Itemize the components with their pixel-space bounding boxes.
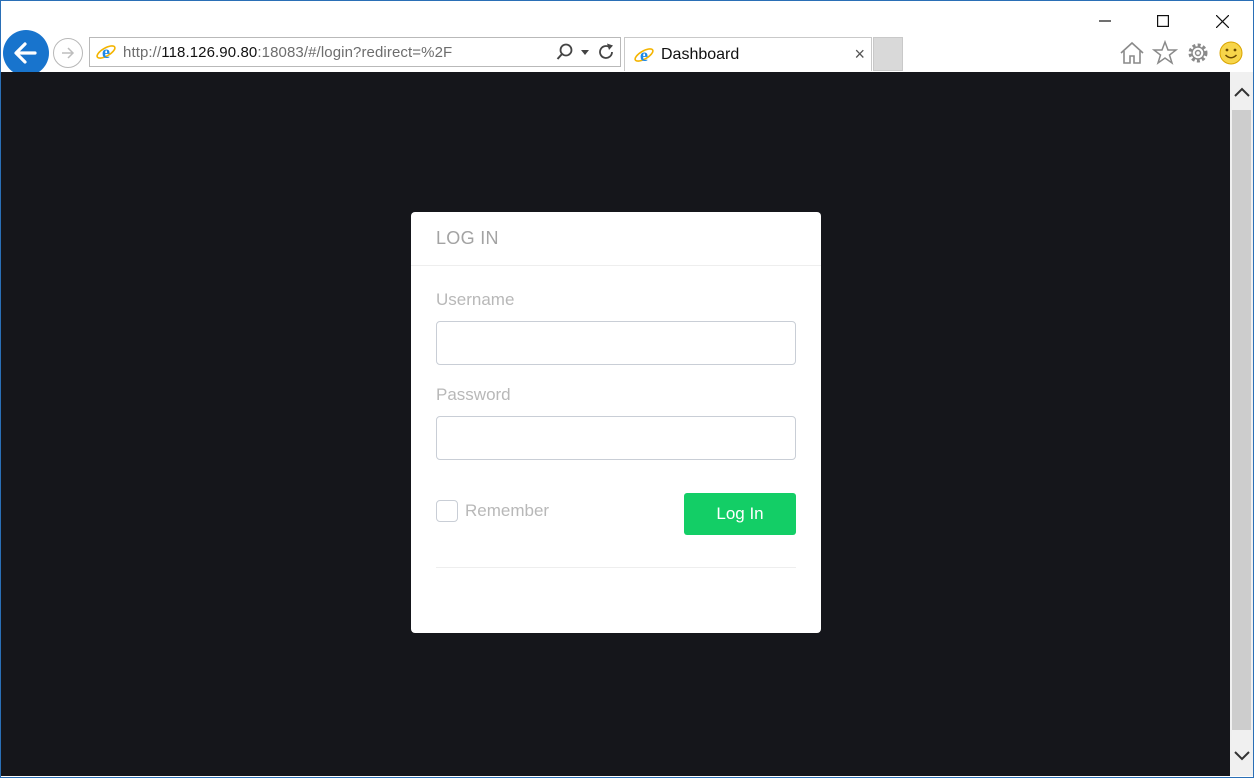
scroll-down-button[interactable] [1230, 736, 1253, 776]
username-label: Username [436, 290, 515, 309]
username-input[interactable] [436, 321, 796, 365]
svg-text:e: e [102, 42, 110, 62]
card-header: LOG IN [411, 212, 821, 266]
login-card: LOG IN Username Password Remember Log In [411, 212, 821, 633]
maximize-button[interactable] [1140, 6, 1186, 36]
card-divider [436, 567, 796, 568]
new-tab-button[interactable] [873, 37, 903, 71]
remember-label[interactable]: Remember [465, 501, 549, 521]
forward-button[interactable] [53, 38, 83, 68]
maximize-icon [1157, 15, 1169, 27]
scroll-down-icon [1233, 751, 1250, 761]
star-icon [1152, 40, 1178, 65]
password-label: Password [436, 385, 511, 404]
back-arrow-icon [14, 42, 37, 64]
back-button[interactable] [3, 30, 49, 76]
refresh-icon[interactable] [596, 42, 616, 62]
login-button[interactable]: Log In [684, 493, 796, 535]
tab-close-icon[interactable]: × [854, 45, 865, 63]
feedback-button[interactable] [1216, 38, 1246, 68]
minimize-button[interactable] [1082, 6, 1128, 36]
tab-title: Dashboard [661, 45, 740, 63]
search-icon[interactable] [556, 43, 574, 61]
remember-checkbox[interactable] [436, 500, 458, 522]
home-button[interactable] [1117, 38, 1147, 68]
login-title: LOG IN [436, 228, 499, 248]
gear-icon [1188, 43, 1208, 63]
close-icon [1215, 14, 1229, 28]
minimize-icon [1099, 20, 1111, 22]
favorites-button[interactable] [1150, 38, 1180, 68]
forward-arrow-icon [62, 47, 75, 59]
password-input[interactable] [436, 416, 796, 460]
svg-text:e: e [640, 45, 648, 65]
close-window-button[interactable] [1199, 6, 1245, 36]
settings-button[interactable] [1183, 38, 1213, 68]
tab-dashboard[interactable]: e Dashboard × [624, 37, 872, 71]
address-url[interactable]: http://118.126.90.80:18083/#/login?redir… [123, 44, 452, 61]
dropdown-icon[interactable] [580, 47, 590, 57]
scroll-up-button[interactable] [1230, 72, 1253, 112]
home-icon [1120, 41, 1144, 64]
scroll-up-icon [1233, 87, 1250, 97]
ie-logo-icon: e [634, 45, 654, 65]
vertical-scrollbar[interactable] [1230, 72, 1253, 776]
address-bar[interactable]: e http://118.126.90.80:18083/#/login?red… [89, 37, 621, 67]
scroll-thumb[interactable] [1232, 110, 1251, 730]
smiley-icon [1219, 41, 1243, 65]
page-viewport: LOG IN Username Password Remember Log In [1, 72, 1230, 776]
remember-checkbox-group[interactable]: Remember [436, 500, 549, 522]
ie-logo-icon: e [96, 42, 116, 62]
